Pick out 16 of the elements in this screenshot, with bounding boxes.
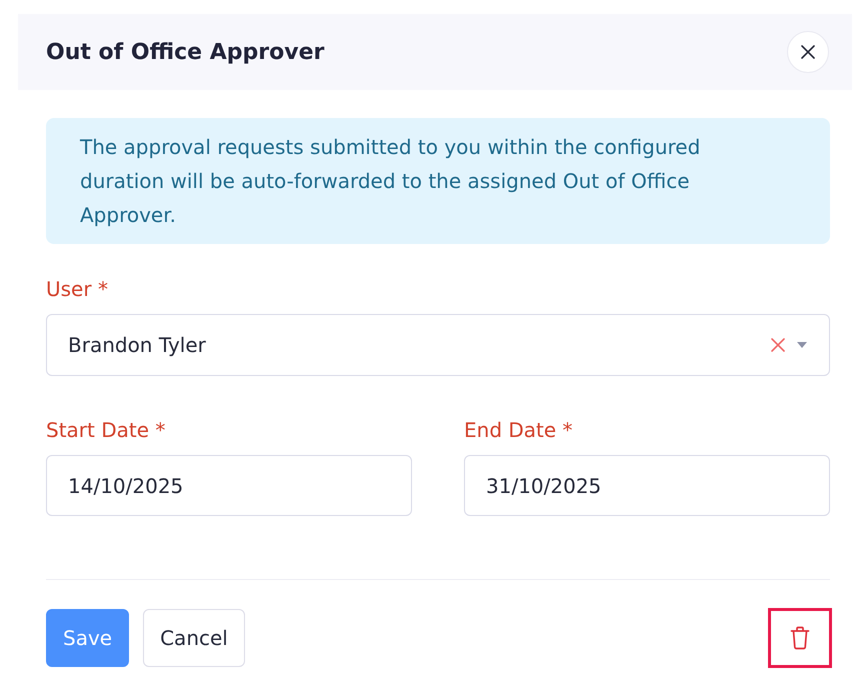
field-label: Start Date * [46, 418, 166, 442]
field-label: End Date * [464, 418, 574, 442]
field-label: User * [46, 277, 109, 301]
close-button[interactable] [787, 31, 829, 73]
caret-icon[interactable] [797, 342, 807, 348]
close-icon [801, 45, 815, 59]
user-select[interactable]: Brandon Tyler [46, 314, 830, 376]
info-message: The approval requests submitted to you within the configured duration will be auto-forwarded to the assigned Out of Office Approver. [46, 118, 830, 244]
clear-icon[interactable] [771, 338, 785, 352]
delete-button[interactable] [768, 608, 832, 668]
dialog-title: Out of Office Approver [46, 40, 324, 64]
select-value: Brandon Tyler [68, 333, 207, 357]
trash-icon [790, 626, 810, 650]
cancel-button[interactable]: Cancel [143, 609, 245, 667]
date-input[interactable]: 31/10/2025 [464, 455, 830, 516]
date-input[interactable]: 14/10/2025 [46, 455, 412, 516]
